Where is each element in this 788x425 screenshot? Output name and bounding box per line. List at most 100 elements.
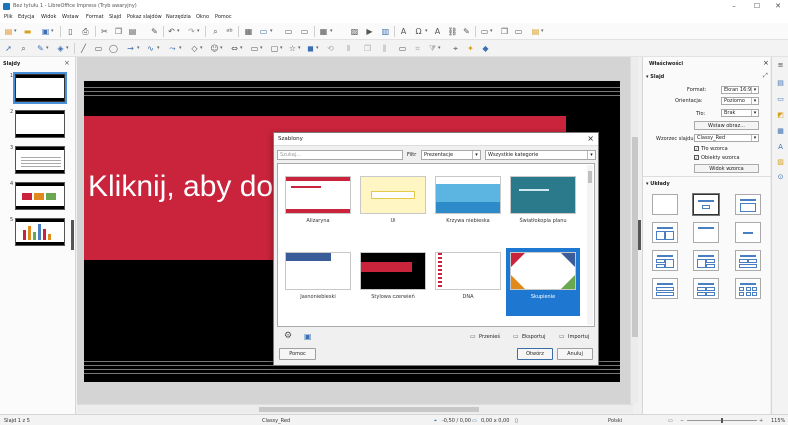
insert-chart-icon[interactable]: ▥ (380, 26, 391, 37)
move-link[interactable]: Przenieś (479, 334, 500, 340)
insert-special-character-icon[interactable]: Ω (413, 26, 424, 37)
layout-title-content-and-2-content[interactable] (693, 250, 719, 271)
master-objects-checkbox[interactable]: ✓ (694, 155, 699, 160)
horizontal-scrollbar[interactable] (77, 404, 633, 413)
orientation-select[interactable]: Poziomo ▾ (721, 97, 759, 105)
crop-icon[interactable]: ⌗ (412, 43, 423, 54)
online-repository-icon[interactable]: ▣ (304, 332, 312, 341)
menu-window[interactable]: Okno (196, 14, 209, 20)
template-stylowa-czerwien[interactable] (360, 252, 426, 290)
menu-format[interactable]: Format (86, 14, 104, 20)
layout-title-slide[interactable] (692, 193, 720, 216)
line-color-icon[interactable]: ✎ (35, 43, 46, 54)
template-skupienie[interactable] (510, 252, 576, 290)
fill-color-icon[interactable]: ◈ (55, 43, 66, 54)
close-dialog-icon[interactable]: × (587, 134, 594, 143)
chevron-down-icon[interactable]: ▾ (197, 28, 200, 34)
start-current-slide-icon[interactable]: ▭ (299, 26, 310, 37)
slide-transition-icon[interactable]: ▭ (776, 95, 785, 104)
undo-icon[interactable]: ↶ (166, 26, 177, 37)
template-ul[interactable] (360, 176, 426, 214)
slide-title-placeholder[interactable]: Kliknij, aby do (88, 170, 273, 204)
distribute-icon[interactable]: ⫼ (379, 43, 390, 54)
menu-tools[interactable]: Narzędzia (166, 14, 191, 20)
menu-view[interactable]: Widok (41, 14, 56, 20)
open-folder-icon[interactable]: ▬ (22, 26, 33, 37)
slide-layout-icon[interactable]: ▤ (530, 26, 541, 37)
help-button[interactable]: Pomoc (279, 348, 316, 360)
insert-media-icon[interactable]: ▶ (364, 26, 375, 37)
menu-file[interactable]: Plik (4, 14, 13, 20)
vertical-scrollbar[interactable] (630, 57, 638, 404)
gear-icon[interactable]: ⚙ (284, 331, 292, 341)
menu-insert[interactable]: Wstaw (62, 14, 79, 20)
filter-icon[interactable]: ⧩ (427, 43, 438, 54)
chevron-down-icon[interactable]: ▾ (14, 28, 17, 34)
line-tool-icon[interactable]: ╱ (78, 43, 89, 54)
chevron-down-icon[interactable]: ▾ (240, 45, 243, 51)
zoom-out-icon[interactable]: − (680, 418, 684, 424)
close-window-icon[interactable]: ✕ (772, 2, 784, 11)
navigator-icon[interactable]: ⊙ (776, 173, 785, 182)
sidebar-collapse-handle[interactable] (638, 220, 641, 250)
slide-thumbnail-1[interactable] (13, 72, 67, 104)
save-icon[interactable]: ▣ (40, 26, 51, 37)
rotate-icon[interactable]: ⟲ (325, 43, 336, 54)
glue-points-icon[interactable]: ✦ (465, 43, 476, 54)
chevron-down-icon[interactable]: ▾ (425, 28, 428, 34)
background-select[interactable]: Brak ▾ (721, 109, 759, 117)
more-options-icon[interactable]: ⤢ (763, 72, 768, 80)
styles-icon[interactable]: A (776, 143, 785, 152)
menu-edit[interactable]: Edycja (18, 14, 35, 20)
layout-title-2-content-and-content[interactable] (652, 250, 678, 271)
layout-title-6-content[interactable] (735, 278, 761, 299)
ellipse-tool-icon[interactable]: ◯ (108, 43, 119, 54)
filter-select[interactable]: Prezentacje ▾ (421, 150, 481, 160)
export-pdf-icon[interactable]: ▯ (65, 26, 76, 37)
connectors-icon[interactable]: ⤳ (167, 43, 178, 54)
fit-slide-icon[interactable]: ▭ (668, 418, 673, 424)
slide-thumbnail-5[interactable] (15, 218, 65, 246)
properties-icon[interactable]: ▤ (776, 79, 785, 88)
menu-help[interactable]: Pomoc (215, 14, 232, 20)
find-replace-icon[interactable]: ⌕ (210, 26, 221, 37)
new-document-icon[interactable]: ▤ (3, 26, 14, 37)
zoom-level[interactable]: 115% (771, 418, 785, 424)
chevron-down-icon[interactable]: ▾ (280, 45, 283, 51)
import-icon[interactable]: ▭ (559, 333, 565, 340)
toggle-extrusion-icon[interactable]: ◆ (480, 43, 491, 54)
chevron-down-icon[interactable]: ▾ (490, 28, 493, 34)
slide-thumbnail-3[interactable] (15, 146, 65, 174)
template-krzywa-niebieska[interactable] (435, 176, 501, 214)
layout-title-2-content[interactable] (652, 222, 678, 243)
arrange-icon[interactable]: ❐ (362, 43, 373, 54)
zoom-in-icon[interactable]: + (759, 418, 763, 424)
animation-icon[interactable]: ◩ (776, 111, 785, 120)
chevron-down-icon[interactable]: ▾ (330, 28, 333, 34)
chevron-down-icon[interactable]: ▾ (179, 45, 182, 51)
cut-icon[interactable]: ✂ (99, 26, 110, 37)
master-slide-select[interactable]: Classy_Red ▾ (694, 134, 759, 142)
display-views-icon[interactable]: ▭ (258, 26, 269, 37)
chevron-down-icon[interactable]: ▾ (316, 45, 319, 51)
cancel-button[interactable]: Anuluj (557, 348, 593, 360)
template-scrollbar[interactable] (587, 165, 593, 325)
chevron-down-icon[interactable]: ▾ (541, 28, 544, 34)
insert-textbox-icon[interactable]: A (398, 26, 409, 37)
close-panel-icon[interactable]: × (64, 59, 70, 67)
insert-table-icon[interactable]: ▦ (318, 26, 329, 37)
menu-slideshow[interactable]: Pokaz slajdów (127, 14, 162, 20)
chevron-down-icon[interactable]: ▾ (298, 45, 301, 51)
export-link[interactable]: Eksportuj (522, 334, 545, 340)
section-layouts-header[interactable]: ▾ Układy (646, 181, 670, 187)
template-search-input[interactable]: Szukaj... (277, 150, 403, 160)
chevron-down-icon[interactable]: ▾ (260, 45, 263, 51)
flowchart-icon[interactable]: ▭ (249, 43, 260, 54)
spelling-icon[interactable]: ᵃᵇ (224, 26, 235, 37)
slide-thumbnail-4[interactable] (15, 182, 65, 210)
duplicate-slide-icon[interactable]: ❐ (499, 26, 510, 37)
minimize-icon[interactable]: – (728, 2, 740, 11)
print-icon[interactable]: ⎙ (80, 26, 91, 37)
layout-title-content[interactable] (735, 194, 761, 215)
block-arrows-icon[interactable]: ⇔ (229, 43, 240, 54)
